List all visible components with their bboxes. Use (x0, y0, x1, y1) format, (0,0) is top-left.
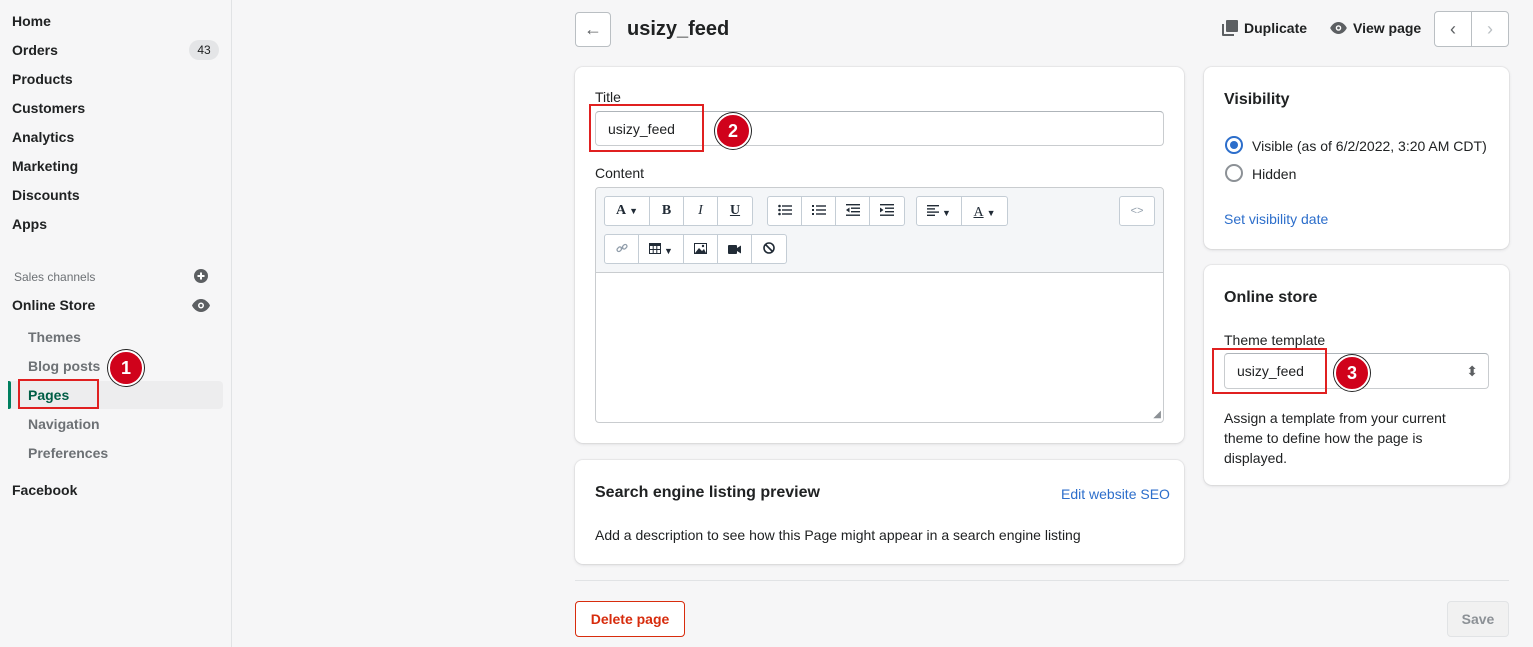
align-icon[interactable]: ▼ (917, 197, 962, 225)
seo-description: Add a description to see how this Page m… (595, 527, 1081, 543)
bullet-list-icon[interactable] (768, 197, 802, 225)
text-color-icon[interactable]: A ▼ (962, 197, 1007, 225)
table-icon[interactable]: ▼ (639, 235, 684, 263)
sidebar-item-customers[interactable]: Customers (12, 100, 85, 116)
editor-toolbar: A ▼ B I U ▼ A ▼ <> ▼ (596, 188, 1163, 273)
delete-page-button[interactable]: Delete page (575, 601, 685, 637)
text-format-group: A ▼ B I U (604, 196, 753, 226)
duplicate-icon (1222, 20, 1238, 36)
save-button[interactable]: Save (1447, 601, 1509, 637)
seo-title: Search engine listing preview (595, 484, 820, 501)
insert-group: ▼ (604, 234, 787, 264)
content-editor: A ▼ B I U ▼ A ▼ <> ▼ ◢ (595, 187, 1164, 423)
sidebar-item-discounts[interactable]: Discounts (12, 187, 80, 203)
page-title: usizy_feed (627, 18, 730, 40)
theme-help-line-1: Assign a template from your current (1224, 410, 1446, 426)
pages-active-indicator (8, 381, 11, 409)
sidebar-item-facebook[interactable]: Facebook (12, 482, 77, 498)
edit-seo-link[interactable]: Edit website SEO (1061, 486, 1170, 502)
annotation-marker-2: 2 (715, 113, 751, 149)
content-label: Content (595, 165, 645, 181)
link-icon[interactable] (605, 235, 639, 263)
orders-count-badge: 43 (189, 40, 219, 60)
annotation-box-template (1212, 348, 1327, 394)
sidebar-item-online-store[interactable]: Online Store (12, 297, 95, 313)
clear-format-icon[interactable] (752, 235, 786, 263)
next-page-button[interactable]: › (1471, 12, 1508, 46)
font-style-button[interactable]: A ▼ (605, 197, 650, 225)
sidebar-item-themes[interactable]: Themes (28, 329, 81, 345)
list-group (767, 196, 905, 226)
annotation-box-pages (18, 379, 99, 409)
indent-icon[interactable] (870, 197, 904, 225)
source-group: <> (1119, 196, 1155, 226)
duplicate-label: Duplicate (1244, 20, 1308, 36)
arrow-left-icon: ← (584, 19, 602, 39)
title-label: Title (595, 89, 621, 105)
seo-card (575, 460, 1184, 564)
sidebar-item-analytics[interactable]: Analytics (12, 129, 74, 145)
annotation-box-title (589, 104, 704, 152)
sidebar-item-home[interactable]: Home (12, 13, 51, 29)
hidden-radio[interactable] (1225, 164, 1243, 182)
view-page-button[interactable]: View page (1330, 20, 1421, 36)
bold-button[interactable]: B (650, 197, 684, 225)
alignment-group: ▼ A ▼ (916, 196, 1008, 226)
sidebar-item-orders[interactable]: Orders (12, 42, 58, 58)
theme-help-line-2: theme to define how the page is (1224, 430, 1423, 446)
sidebar-item-preferences[interactable]: Preferences (28, 445, 108, 461)
underline-button[interactable]: U (718, 197, 752, 225)
footer-divider (575, 580, 1509, 581)
outdent-icon[interactable] (836, 197, 870, 225)
sidebar-item-products[interactable]: Products (12, 71, 73, 87)
theme-template-label: Theme template (1224, 332, 1326, 348)
sales-channels-label: Sales channels (14, 270, 96, 284)
eye-icon (1330, 22, 1347, 34)
numbered-list-icon[interactable] (802, 197, 836, 225)
view-page-label: View page (1353, 20, 1422, 36)
eye-icon[interactable] (192, 299, 210, 312)
image-icon[interactable] (684, 235, 718, 263)
select-arrows-icon: ⬍ (1466, 363, 1478, 379)
annotation-marker-3: 3 (1334, 355, 1370, 391)
sidebar-item-marketing[interactable]: Marketing (12, 158, 78, 174)
video-icon[interactable] (718, 235, 752, 263)
visibility-title: Visibility (1224, 91, 1290, 108)
previous-page-button[interactable]: ‹ (1435, 12, 1471, 46)
visible-label: Visible (as of 6/2/2022, 3:20 AM CDT) (1252, 138, 1487, 154)
theme-help-line-3: displayed. (1224, 450, 1288, 466)
annotation-marker-1: 1 (108, 350, 144, 386)
italic-button[interactable]: I (684, 197, 718, 225)
pagination: ‹ › (1434, 11, 1509, 47)
online-store-title: Online store (1224, 289, 1318, 306)
sidebar-item-apps[interactable]: Apps (12, 216, 47, 232)
duplicate-button[interactable]: Duplicate (1222, 20, 1307, 36)
set-visibility-date-link[interactable]: Set visibility date (1224, 211, 1328, 227)
sidebar-item-blog-posts[interactable]: Blog posts (28, 358, 100, 374)
code-view-icon[interactable]: <> (1120, 197, 1154, 225)
sidebar: Home Orders 43 Products Customers Analyt… (0, 0, 232, 647)
back-button[interactable]: ← (575, 12, 611, 47)
hidden-label: Hidden (1252, 166, 1297, 182)
resize-handle-icon[interactable]: ◢ (1153, 409, 1161, 420)
sidebar-item-navigation[interactable]: Navigation (28, 416, 100, 432)
visible-radio[interactable] (1225, 136, 1243, 154)
add-channel-icon[interactable] (194, 269, 208, 283)
